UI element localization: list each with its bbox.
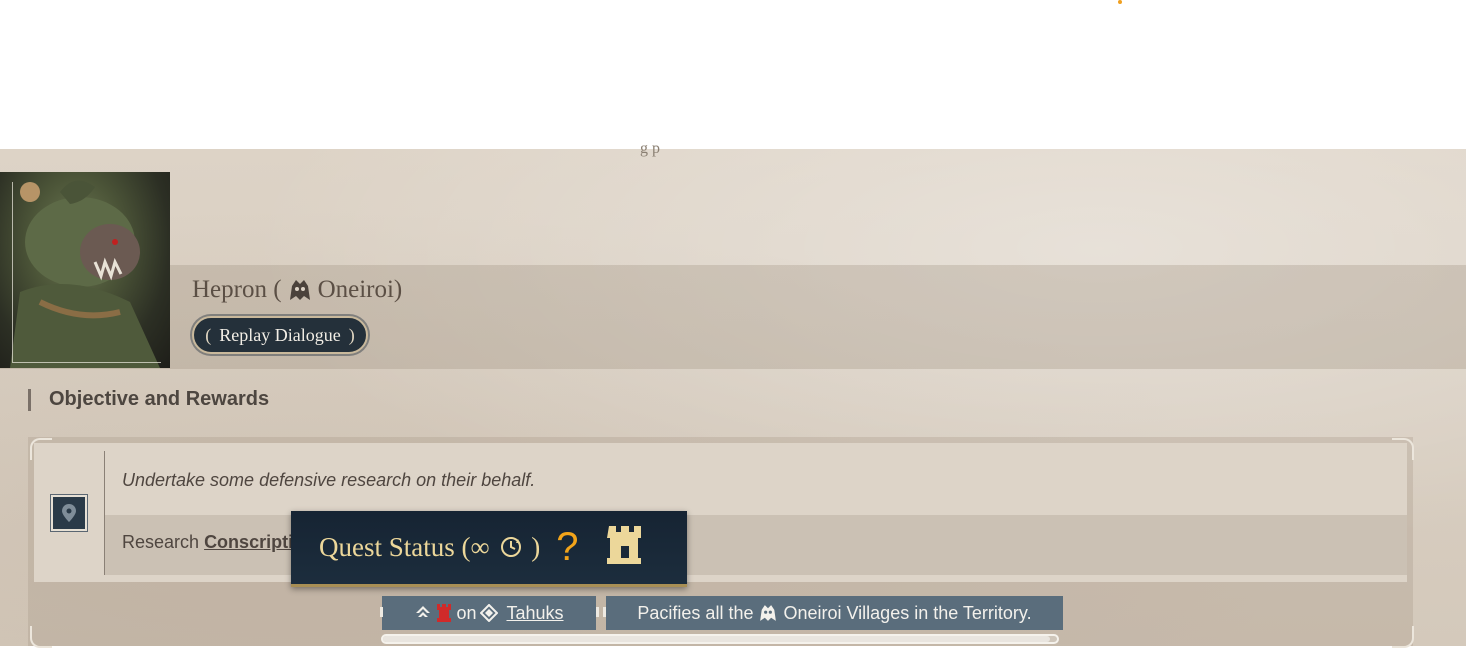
research-link[interactable]: Conscriptio [204, 532, 304, 552]
reward-suffix: Oneiroi Villages in the Territory. [783, 602, 1032, 623]
diamond-icon [480, 604, 499, 622]
tooltip-title-text: Quest Status (∞ [319, 532, 490, 562]
npc-faction: Oneiroi) [317, 276, 403, 303]
faction-oneiroi-icon [760, 605, 777, 621]
tooltip-title: Quest Status (∞ ) [319, 532, 540, 563]
objective-description: Undertake some defensive research on the… [122, 470, 536, 490]
objective-section-header: Objective and Rewards [28, 388, 269, 411]
objective-requirement: Research Conscriptio [122, 532, 304, 553]
replay-dialogue-button[interactable]: ( Replay Dialogue ) [192, 316, 368, 354]
question-mark-icon: ? [556, 525, 579, 569]
reward-prefix: Pacifies all the [637, 602, 754, 623]
rook-tower-icon [606, 524, 643, 571]
progress-fill [383, 636, 1051, 642]
npc-title: Hepron ( Oneiroi) [192, 276, 402, 304]
arrow-up-icon [416, 606, 431, 617]
separator-tick [380, 607, 383, 617]
map-pin-icon [62, 504, 76, 522]
sparkle-dot [1118, 0, 1122, 4]
replay-dialogue-label: Replay Dialogue [219, 324, 341, 345]
corner-ornament [1392, 626, 1414, 648]
faction-oneiroi-icon [286, 276, 314, 304]
tooltip-title-end: ) [531, 532, 541, 562]
on-text: on [456, 602, 477, 623]
top-blank-area [0, 0, 1466, 149]
research-prefix: Research [122, 532, 200, 552]
portrait-frame [12, 182, 161, 363]
npc-portrait [0, 172, 170, 368]
red-tower-icon [437, 604, 452, 622]
npc-name: Hepron ( [192, 276, 282, 303]
replay-close-paren: ) [348, 324, 355, 345]
cut-off-text: g p [640, 140, 660, 157]
quest-status-tooltip: Quest Status (∞ ) ? [291, 511, 687, 587]
separator-tick [596, 607, 599, 617]
corner-ornament [30, 438, 52, 460]
corner-ornament [30, 626, 52, 648]
locate-objective-button[interactable] [50, 494, 88, 532]
replay-open-paren: ( [205, 324, 212, 345]
section-marker [28, 388, 31, 411]
quest-progress-bar [381, 634, 1059, 644]
section-title: Objective and Rewards [49, 388, 270, 410]
effect-reward: Pacifies all the Oneiroi Villages in the… [606, 596, 1063, 630]
tahuks-link[interactable]: Tahuks [506, 603, 563, 624]
corner-ornament [1392, 438, 1414, 460]
cycle-clock-icon [500, 537, 521, 557]
effect-condition: on Tahuks [382, 596, 596, 630]
